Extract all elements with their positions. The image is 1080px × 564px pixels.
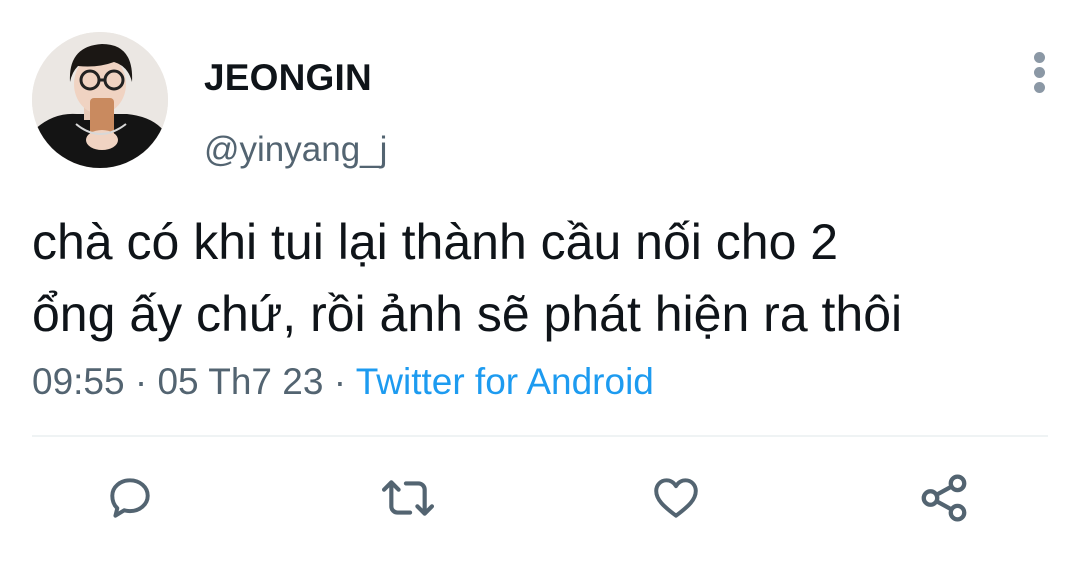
meta-separator: · <box>333 361 347 402</box>
retweet-button[interactable] <box>380 470 436 526</box>
avatar-photo <box>32 32 168 168</box>
more-vertical-icon-dot <box>1034 82 1045 93</box>
share-icon <box>921 474 967 522</box>
more-options-button[interactable] <box>1024 48 1056 96</box>
avatar[interactable] <box>32 32 168 168</box>
display-name[interactable]: JEONGIN <box>204 56 372 100</box>
user-handle[interactable]: @yinyang_j <box>204 128 387 172</box>
more-vertical-icon <box>1034 52 1045 63</box>
reply-button[interactable] <box>102 470 158 526</box>
reply-icon <box>110 478 150 518</box>
retweet-icon <box>381 480 435 516</box>
tweet-text: chà có khi tui lại thành cầu nối cho 2 ổ… <box>32 214 903 342</box>
tweet-time: 09:55 <box>32 361 125 402</box>
more-vertical-icon-dot <box>1034 67 1045 78</box>
tweet: JEONGIN @yinyang_j chà có khi tui lại th… <box>0 0 1080 564</box>
share-button[interactable] <box>916 470 972 526</box>
like-icon <box>654 478 698 518</box>
divider <box>32 435 1048 437</box>
meta-separator: · <box>134 361 148 402</box>
tweet-date: 05 Th7 23 <box>157 361 324 402</box>
tweet-metadata: 09:55 · 05 Th7 23 · Twitter for Android <box>32 358 654 406</box>
tweet-source-link[interactable]: Twitter for Android <box>356 361 654 402</box>
like-button[interactable] <box>648 470 704 526</box>
